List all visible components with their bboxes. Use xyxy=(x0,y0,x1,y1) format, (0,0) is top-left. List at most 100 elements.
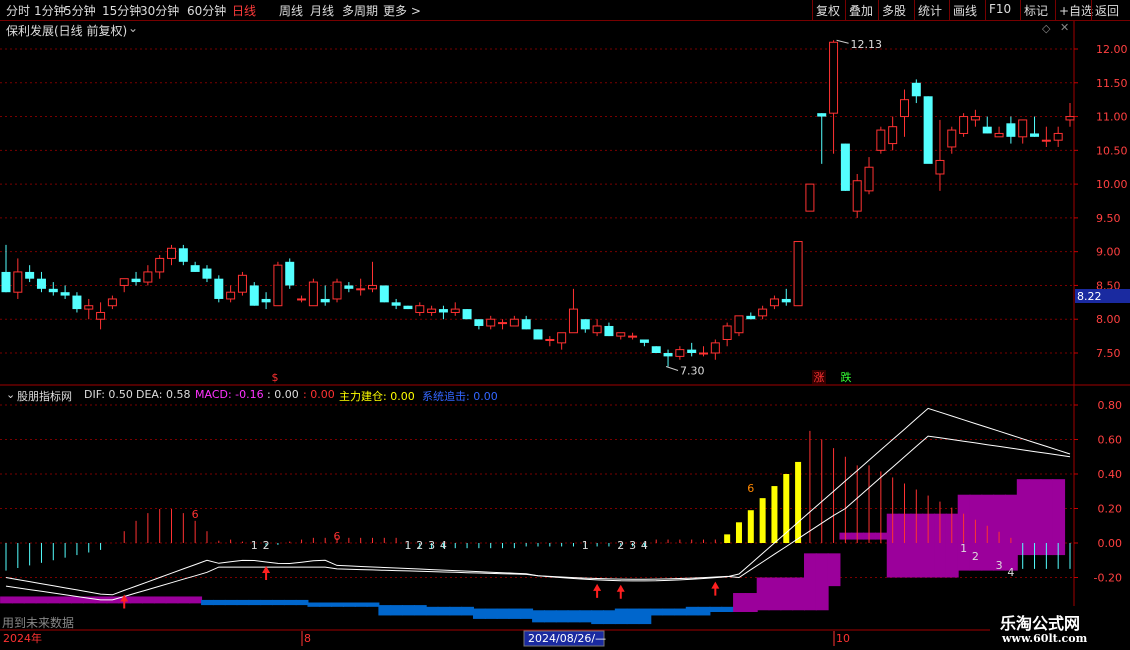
candle-up xyxy=(107,298,117,307)
candle-up xyxy=(710,342,720,354)
cursor-date-label: 2024/08/26/— xyxy=(528,632,606,645)
toolbar-tab-8[interactable]: 月线 xyxy=(310,2,334,19)
toolbar-tab-4[interactable]: 30分钟 xyxy=(140,2,179,19)
band-segment xyxy=(827,553,841,587)
toolbar-separator xyxy=(845,0,846,20)
signal-number: 1 xyxy=(582,539,589,552)
signal-number: 3 xyxy=(629,539,636,552)
band-segment xyxy=(744,593,758,612)
toolbar-button-2[interactable]: 多股 xyxy=(882,2,906,19)
toolbar-tab-0[interactable]: 分时 xyxy=(6,2,30,19)
current-price-label: 8.22 xyxy=(1077,290,1102,303)
candle-up xyxy=(994,132,1004,138)
toolbar-tab-1[interactable]: 1分钟 xyxy=(34,2,66,19)
toolbar-tab-5[interactable]: 60分钟 xyxy=(187,2,226,19)
toolbar-button-7[interactable]: +自选 xyxy=(1059,2,1093,19)
candle-down xyxy=(746,315,756,320)
candle-up xyxy=(675,349,685,357)
candle-up xyxy=(119,278,129,286)
toolbar-button-4[interactable]: 画线 xyxy=(953,2,977,19)
candle-down xyxy=(202,268,212,279)
candle-up xyxy=(237,274,247,293)
toolbar-button-1[interactable]: 叠加 xyxy=(849,2,873,19)
up-marker: 涨 xyxy=(814,371,825,384)
toolbar-button-0[interactable]: 复权 xyxy=(816,2,840,19)
band-segment xyxy=(130,596,143,604)
panel-dropdown-icon[interactable]: ⌄ xyxy=(128,21,138,35)
toolbar-button-6[interactable]: 标记 xyxy=(1024,2,1048,19)
candle-down xyxy=(1,271,11,293)
candle-up xyxy=(1065,116,1075,121)
signal-number: 2 xyxy=(263,539,270,552)
candle-up xyxy=(415,305,425,313)
buy-arrow xyxy=(262,565,271,580)
candle-up xyxy=(332,281,342,300)
band-segment xyxy=(141,596,155,604)
band-segment xyxy=(697,606,711,616)
candle-up xyxy=(486,318,496,327)
candle-up xyxy=(1041,139,1051,142)
candle-up xyxy=(959,116,969,134)
candle-up xyxy=(734,315,744,334)
candle-down xyxy=(651,346,661,353)
toolbar-tab-6[interactable]: 日线 xyxy=(232,2,256,19)
toolbar: 分时 1分钟 5分钟 15分钟 30分钟 60分钟 日线 周线 月线 多周期 更多 > 复权 叠加 多股统… xyxy=(0,0,1130,21)
band-segment xyxy=(390,605,404,616)
price-tick-label-0: 12.00 xyxy=(1096,43,1128,56)
candle-up xyxy=(722,325,732,340)
band-segment xyxy=(910,513,924,578)
toolbar-separator xyxy=(1055,0,1056,20)
band-segment xyxy=(874,532,888,540)
candle-up xyxy=(829,41,839,114)
candle-down xyxy=(285,261,295,286)
diamond-icon[interactable]: ◇ xyxy=(1042,22,1050,35)
buy-arrow xyxy=(616,584,625,599)
candle-up xyxy=(226,291,236,300)
close-icon[interactable]: ✕ xyxy=(1060,21,1069,34)
band-segment xyxy=(555,610,569,623)
candle-down xyxy=(982,126,992,134)
signal-number: 1 xyxy=(960,542,967,555)
band-segment xyxy=(591,610,605,625)
band-segment xyxy=(248,599,262,606)
band-segment xyxy=(768,577,782,611)
candle-down xyxy=(438,309,448,313)
macd-bar-yellow xyxy=(724,534,731,543)
candle-up xyxy=(616,332,626,337)
toolbar-separator xyxy=(878,0,879,20)
toolbar-tab-10[interactable]: 更多 > xyxy=(383,2,421,19)
candle-down xyxy=(72,295,82,310)
candle-up xyxy=(155,257,165,273)
band-segment xyxy=(614,608,628,625)
down-marker: 跌 xyxy=(841,370,852,384)
toolbar-tab-2[interactable]: 5分钟 xyxy=(64,2,96,19)
toolbar-separator xyxy=(1091,0,1092,20)
indicator-tick-label-5: -0.20 xyxy=(1094,572,1122,585)
toolbar-button-3[interactable]: 统计 xyxy=(918,2,942,19)
indicator-tick-label-0: 0.80 xyxy=(1098,399,1123,412)
main-build-value: 主力建仓: 0.00 xyxy=(339,390,415,403)
toolbar-tab-7[interactable]: 周线 xyxy=(279,2,303,19)
toolbar-tab-9[interactable]: 多周期 xyxy=(342,2,378,19)
band-segment xyxy=(662,608,675,616)
toolbar-separator xyxy=(985,0,986,20)
band-segment xyxy=(673,608,687,616)
band-segment xyxy=(1004,494,1018,571)
indicator-dropdown-icon[interactable]: ⌄ xyxy=(6,388,15,401)
band-segment xyxy=(756,577,770,611)
candle-up xyxy=(592,325,602,334)
toolbar-button-5[interactable]: F10 xyxy=(989,2,1011,16)
band-segment xyxy=(603,610,616,625)
toolbar-tab-3[interactable]: 15分钟 xyxy=(102,2,141,19)
chart-canvas[interactable]: 12.0011.5011.0010.5010.009.509.008.508.0… xyxy=(0,0,1130,650)
band-segment xyxy=(319,602,333,607)
price-tick-label-6: 9.00 xyxy=(1096,246,1121,259)
candle-up xyxy=(899,99,909,118)
high-label: 12.13 xyxy=(851,38,883,51)
price-tick-label-2: 11.00 xyxy=(1096,111,1128,124)
dea-value: DEA: 0.58 xyxy=(136,388,191,401)
band-segment xyxy=(35,596,49,604)
candle-up xyxy=(1018,119,1028,138)
toolbar-separator xyxy=(949,0,950,20)
toolbar-button-8[interactable]: 返回 xyxy=(1095,2,1119,19)
